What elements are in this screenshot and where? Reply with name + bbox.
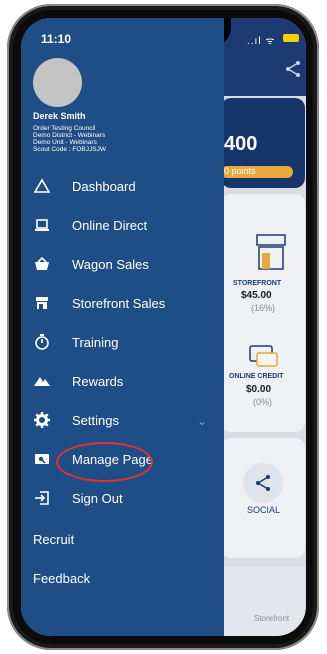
menu-item-storefront-sales[interactable]: Storefront Sales — [21, 286, 224, 320]
menu-item-settings[interactable]: Settings ⌄ — [21, 403, 224, 437]
menu-item-recruit[interactable]: Recruit — [33, 532, 74, 547]
user-council: Order Testing Council — [33, 125, 96, 132]
menu-label-sign-out: Sign Out — [72, 490, 123, 506]
social-button[interactable] — [243, 463, 283, 503]
storefront-label: STOREFRONT — [233, 280, 282, 287]
laptop-icon — [35, 219, 49, 231]
menu-label-rewards: Rewards — [72, 373, 124, 389]
sign-out-icon — [35, 491, 49, 505]
online-credit-label: ONLINE CREDIT — [229, 373, 284, 380]
user-name: Derek Smith — [33, 111, 86, 121]
menu-label-settings: Settings — [72, 412, 119, 428]
menu-item-sign-out[interactable]: Sign Out — [21, 481, 224, 515]
id-card-icon — [35, 454, 49, 464]
points-label: 0 points — [224, 166, 256, 176]
menu-item-training[interactable]: Training — [21, 325, 224, 359]
credit-card-icon — [249, 345, 278, 367]
share-icon[interactable] — [284, 60, 302, 78]
manage-page-highlight-oval — [56, 442, 153, 482]
phone-screen: 400 0 points STOREFRONT $45.00 (16%) ONL… — [21, 18, 306, 636]
menu-item-wagon-sales[interactable]: Wagon Sales — [21, 247, 224, 281]
stopwatch-icon — [35, 334, 49, 350]
basket-icon — [35, 256, 49, 270]
shop-icon — [256, 234, 286, 270]
menu-item-dashboard[interactable]: Dashboard — [21, 169, 224, 203]
status-signal-wifi: ..ıl ᯤ — [247, 36, 276, 47]
store-icon — [36, 297, 48, 309]
tab-storefront[interactable]: Storefront — [254, 614, 289, 623]
online-credit-percent: (0%) — [253, 397, 273, 407]
storefront-value: $45.00 — [241, 290, 272, 301]
online-credit-value: $0.00 — [246, 384, 272, 395]
menu-item-rewards[interactable]: Rewards — [21, 364, 224, 398]
bottom-tab-bar — [221, 566, 305, 636]
social-label: SOCIAL — [247, 505, 281, 515]
avatar[interactable] — [33, 58, 82, 107]
social-share-icon — [256, 475, 270, 491]
menu-label-dashboard: Dashboard — [72, 178, 136, 194]
user-unit: Demo Unit - Webinars — [33, 139, 97, 146]
storefront-percent: (16%) — [251, 303, 276, 313]
menu-label-training: Training — [72, 334, 119, 350]
points-value: 400 — [224, 133, 258, 155]
triangle-icon — [34, 178, 50, 193]
chevron-down-icon[interactable]: ⌄ — [197, 414, 211, 428]
menu-label-storefront-sales: Storefront Sales — [72, 295, 166, 311]
gear-icon — [34, 412, 50, 428]
menu-item-feedback[interactable]: Feedback — [33, 571, 90, 586]
status-time: 11:10 — [41, 32, 72, 46]
user-district: Demo District - Webinars — [33, 132, 106, 139]
battery-icon — [283, 34, 299, 42]
mountain-icon — [34, 377, 50, 386]
menu-item-online-direct[interactable]: Online Direct — [21, 208, 224, 242]
user-scout-code: Scout Code : FOBJJSJW — [33, 146, 106, 153]
menu-label-wagon-sales: Wagon Sales — [72, 256, 149, 272]
menu-label-online-direct: Online Direct — [72, 217, 148, 233]
